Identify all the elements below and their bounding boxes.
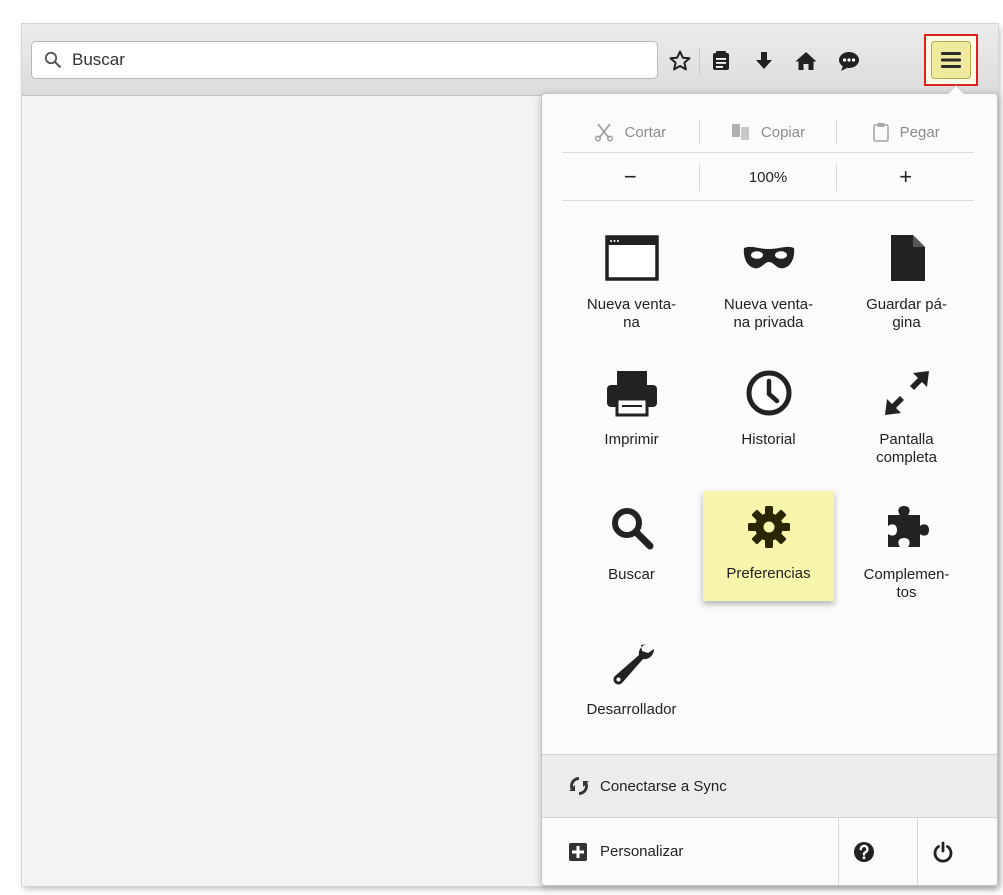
navigation-toolbar xyxy=(22,24,998,96)
print-button[interactable]: Imprimir xyxy=(566,357,697,479)
scissors-icon xyxy=(595,123,614,142)
mask-icon xyxy=(743,246,794,269)
plus-square-icon xyxy=(569,842,587,861)
save-page-button[interactable]: Guardar pá- gina xyxy=(841,222,972,344)
paste-icon xyxy=(872,123,889,142)
find-label: Buscar xyxy=(608,566,655,583)
fullscreen-button[interactable]: Pantalla completa xyxy=(841,357,972,479)
magnifier-icon xyxy=(611,508,653,550)
main-menu-panel: Cortar Copiar Pegar − 100% + Nueva venta… xyxy=(541,85,998,886)
cut-button[interactable]: Cortar xyxy=(562,119,699,145)
zoom-in-button[interactable]: + xyxy=(836,163,974,191)
addons-label: Complemen- tos xyxy=(863,566,950,601)
sync-button[interactable]: Conectarse a Sync xyxy=(542,754,997,818)
printer-icon xyxy=(606,371,657,417)
quit-button[interactable] xyxy=(917,818,968,885)
addons-button[interactable]: Complemen- tos xyxy=(841,492,972,614)
home-button[interactable] xyxy=(790,45,822,77)
new-window-label: Nueva venta- na xyxy=(586,296,677,331)
reading-list-button[interactable] xyxy=(705,45,737,77)
preferences-button[interactable]: Preferencias xyxy=(703,491,834,601)
paste-label: Pegar xyxy=(899,123,940,141)
open-menu-button[interactable] xyxy=(924,34,978,86)
gear-icon xyxy=(747,506,790,548)
paste-button[interactable]: Pegar xyxy=(836,119,974,145)
customize-button[interactable]: Personalizar xyxy=(568,842,683,862)
zoom-controls: − 100% + xyxy=(562,154,974,201)
fullscreen-label: Pantalla completa xyxy=(876,431,937,466)
new-window-button[interactable]: Nueva venta- na xyxy=(566,222,697,344)
menu-footer: Personalizar xyxy=(542,818,997,885)
preferences-label: Preferencias xyxy=(726,565,811,582)
print-label: Imprimir xyxy=(604,431,659,448)
downloads-button[interactable] xyxy=(748,45,780,77)
zoom-out-button[interactable]: − xyxy=(562,163,699,191)
copy-button[interactable]: Copiar xyxy=(698,119,837,145)
wrench-icon xyxy=(613,644,654,685)
copy-label: Copiar xyxy=(760,123,806,141)
search-input[interactable] xyxy=(70,49,634,71)
window-icon xyxy=(604,235,659,281)
help-button[interactable] xyxy=(838,818,889,885)
puzzle-icon xyxy=(887,506,929,547)
star-icon xyxy=(669,50,691,71)
search-box[interactable] xyxy=(31,41,658,79)
power-icon xyxy=(933,841,953,863)
save-page-label: Guardar pá- gina xyxy=(866,296,947,331)
search-icon xyxy=(44,51,62,69)
customize-label: Personalizar xyxy=(600,843,684,860)
zoom-reset-button[interactable]: 100% xyxy=(698,163,837,191)
private-window-button[interactable]: Nueva venta- na privada xyxy=(703,222,834,344)
clock-icon xyxy=(746,370,791,416)
help-icon xyxy=(854,841,874,862)
download-arrow-icon xyxy=(756,52,772,69)
cut-label: Cortar xyxy=(624,123,667,141)
history-button[interactable]: Historial xyxy=(703,357,834,479)
home-icon xyxy=(795,52,817,70)
find-button[interactable]: Buscar xyxy=(566,492,697,614)
sync-label: Conectarse a Sync xyxy=(600,777,727,795)
sync-icon xyxy=(569,777,589,795)
chat-bubble-icon xyxy=(839,52,859,71)
copy-icon xyxy=(731,124,749,140)
private-window-label: Nueva venta- na privada xyxy=(723,296,814,331)
hamburger-menu-icon xyxy=(941,52,961,68)
history-label: Historial xyxy=(741,431,796,448)
bookmark-star-button[interactable] xyxy=(664,45,696,77)
clipboard-icon xyxy=(713,51,729,70)
edit-controls: Cortar Copiar Pegar xyxy=(562,112,974,153)
developer-button[interactable]: Desarrollador xyxy=(566,627,697,749)
chat-button[interactable] xyxy=(833,45,865,77)
expand-arrows-icon xyxy=(884,371,929,415)
developer-label: Desarrollador xyxy=(586,701,677,718)
document-icon xyxy=(890,235,925,281)
